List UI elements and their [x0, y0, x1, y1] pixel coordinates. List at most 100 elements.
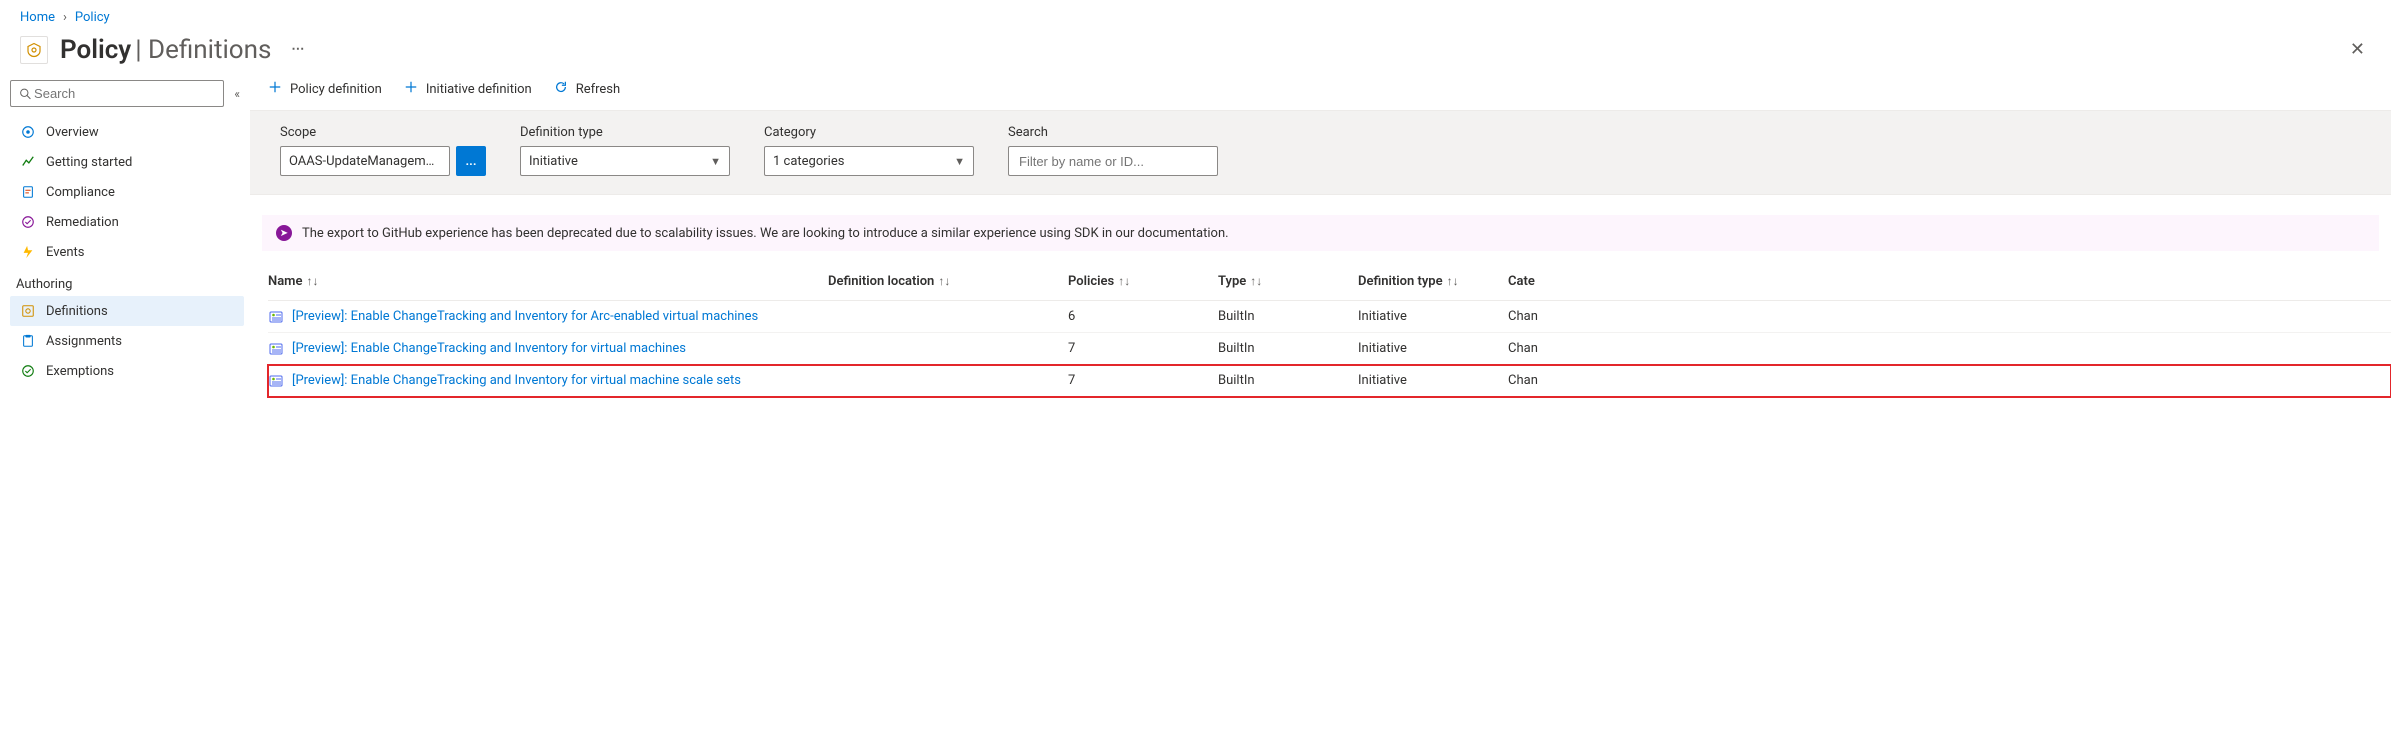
- definition-link[interactable]: [Preview]: Enable ChangeTracking and Inv…: [292, 309, 758, 324]
- deftype-value: Initiative: [529, 154, 578, 169]
- sidebar-item-assignments[interactable]: Assignments: [10, 326, 244, 356]
- add-initiative-definition-button[interactable]: Initiative definition: [404, 80, 532, 98]
- filter-scope: Scope OAAS-UpdateManagem… ...: [280, 125, 486, 176]
- cell-policies: 6: [1068, 309, 1218, 324]
- refresh-button[interactable]: Refresh: [554, 80, 620, 98]
- definition-link[interactable]: [Preview]: Enable ChangeTracking and Inv…: [292, 341, 686, 356]
- cell-deftype: Initiative: [1358, 309, 1508, 324]
- assignments-icon: [20, 333, 36, 349]
- compliance-icon: [20, 184, 36, 200]
- sidebar-search[interactable]: [10, 80, 224, 107]
- exemptions-icon: [20, 363, 36, 379]
- definition-link[interactable]: [Preview]: Enable ChangeTracking and Inv…: [292, 373, 741, 388]
- deprecation-notice: ➤ The export to GitHub experience has be…: [262, 215, 2379, 251]
- remediation-icon: [20, 214, 36, 230]
- table-row[interactable]: [Preview]: Enable ChangeTracking and Inv…: [268, 365, 2391, 397]
- sidebar-item-definitions[interactable]: Definitions: [10, 296, 244, 326]
- sort-icon: ↑↓: [1447, 274, 1459, 288]
- cell-name: [Preview]: Enable ChangeTracking and Inv…: [268, 341, 828, 357]
- page-title-light: | Definitions: [135, 35, 271, 65]
- info-icon: ➤: [276, 225, 292, 241]
- more-button[interactable]: ⋯: [283, 42, 313, 57]
- table-row[interactable]: [Preview]: Enable ChangeTracking and Inv…: [268, 301, 2391, 333]
- command-bar: Policy definition Initiative definition …: [250, 72, 2391, 110]
- sidebar-item-remediation[interactable]: Remediation: [10, 207, 244, 237]
- cell-category: Chan: [1508, 341, 1628, 356]
- sidebar-item-label: Getting started: [46, 155, 132, 170]
- definitions-icon: [20, 303, 36, 319]
- sidebar-item-label: Compliance: [46, 185, 115, 200]
- page-title-strong: Policy: [60, 35, 131, 65]
- cell-type: BuiltIn: [1218, 373, 1358, 388]
- scope-value: OAAS-UpdateManagem…: [289, 154, 434, 169]
- sidebar-section-authoring: Authoring: [10, 267, 244, 296]
- sidebar-item-label: Overview: [46, 125, 99, 140]
- page-header: Policy | Definitions ⋯ ✕: [0, 29, 2391, 72]
- cell-category: Chan: [1508, 309, 1628, 324]
- sort-icon: ↑↓: [1250, 274, 1262, 288]
- col-type[interactable]: Type↑↓: [1218, 274, 1358, 289]
- sidebar-item-label: Exemptions: [46, 364, 114, 379]
- scope-input[interactable]: OAAS-UpdateManagem…: [280, 146, 450, 176]
- filter-search-input[interactable]: [1017, 153, 1209, 170]
- collapse-sidebar-icon[interactable]: «: [230, 83, 244, 105]
- col-category[interactable]: Cate: [1508, 274, 1628, 289]
- sidebar-item-events[interactable]: Events: [10, 237, 244, 267]
- sidebar-item-label: Remediation: [46, 215, 119, 230]
- filter-search-label: Search: [1008, 125, 1218, 140]
- sidebar-item-label: Definitions: [46, 304, 108, 319]
- cell-name: [Preview]: Enable ChangeTracking and Inv…: [268, 309, 828, 325]
- cell-name: [Preview]: Enable ChangeTracking and Inv…: [268, 373, 828, 389]
- sort-icon: ↑↓: [306, 274, 318, 288]
- filter-category-label: Category: [764, 125, 974, 140]
- cell-type: BuiltIn: [1218, 309, 1358, 324]
- breadcrumb-home[interactable]: Home: [20, 10, 55, 25]
- cell-policies: 7: [1068, 341, 1218, 356]
- category-value: 1 categories: [773, 154, 844, 169]
- sort-icon: ↑↓: [1118, 274, 1130, 288]
- filter-definition-type: Definition type Initiative ▼: [520, 125, 730, 176]
- chevron-down-icon: ▼: [710, 155, 721, 168]
- scope-picker-button[interactable]: ...: [456, 146, 486, 176]
- sidebar-search-input[interactable]: [32, 85, 215, 102]
- col-deftype[interactable]: Definition type↑↓: [1358, 274, 1508, 289]
- events-icon: [20, 244, 36, 260]
- cmd-label: Initiative definition: [426, 82, 532, 97]
- sidebar-item-compliance[interactable]: Compliance: [10, 177, 244, 207]
- sidebar-item-overview[interactable]: Overview: [10, 117, 244, 147]
- deftype-dropdown[interactable]: Initiative ▼: [520, 146, 730, 176]
- filter-category: Category 1 categories ▼: [764, 125, 974, 176]
- table-row[interactable]: [Preview]: Enable ChangeTracking and Inv…: [268, 333, 2391, 365]
- initiative-icon: [268, 309, 284, 325]
- col-policies[interactable]: Policies↑↓: [1068, 274, 1218, 289]
- notice-text: The export to GitHub experience has been…: [302, 226, 1229, 241]
- breadcrumb-policy[interactable]: Policy: [75, 10, 110, 25]
- close-icon[interactable]: ✕: [2344, 33, 2371, 66]
- search-icon: [19, 87, 32, 101]
- plus-icon: [404, 80, 418, 98]
- col-name[interactable]: Name↑↓: [268, 274, 828, 289]
- filter-deftype-label: Definition type: [520, 125, 730, 140]
- refresh-icon: [554, 80, 568, 98]
- category-dropdown[interactable]: 1 categories ▼: [764, 146, 974, 176]
- initiative-icon: [268, 373, 284, 389]
- plus-icon: [268, 80, 282, 98]
- cell-deftype: Initiative: [1358, 341, 1508, 356]
- initiative-icon: [268, 341, 284, 357]
- sidebar-item-getting-started[interactable]: Getting started: [10, 147, 244, 177]
- cell-type: BuiltIn: [1218, 341, 1358, 356]
- chevron-right-icon: ›: [63, 10, 67, 25]
- main-pane: Policy definition Initiative definition …: [250, 72, 2391, 397]
- filter-search-box[interactable]: [1008, 146, 1218, 176]
- sort-icon: ↑↓: [938, 274, 950, 288]
- overview-icon: [20, 124, 36, 140]
- filter-search: Search: [1008, 125, 1218, 176]
- getting-started-icon: [20, 154, 36, 170]
- cmd-label: Refresh: [576, 82, 620, 97]
- filter-bar: Scope OAAS-UpdateManagem… ... Definition…: [250, 110, 2391, 195]
- sidebar-item-exemptions[interactable]: Exemptions: [10, 356, 244, 386]
- col-location[interactable]: Definition location↑↓: [828, 274, 1068, 289]
- policy-page-icon: [20, 36, 48, 64]
- sidebar: « Overview Getting started Compliance Re…: [0, 72, 250, 394]
- add-policy-definition-button[interactable]: Policy definition: [268, 80, 382, 98]
